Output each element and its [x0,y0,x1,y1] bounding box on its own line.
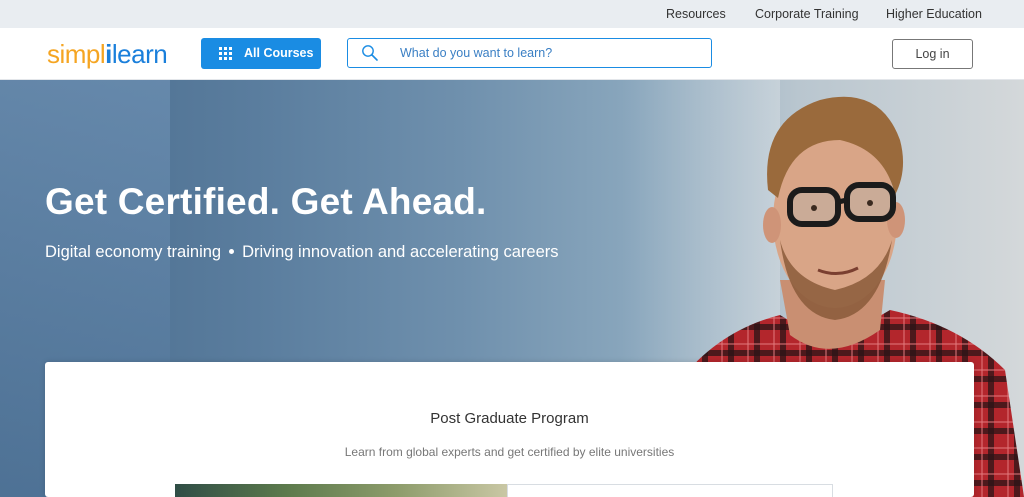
search-input[interactable] [400,44,700,62]
hero-title: Get Certified. Get Ahead. [45,181,487,222]
corporate-training-link[interactable]: Corporate Training [755,7,859,21]
grid-icon [219,47,232,60]
bullet-dot-icon [229,248,235,254]
simplilearn-logo[interactable]: simplilearn [47,39,168,69]
logo-text-simpl: simpl [47,39,106,69]
top-utility-bar: Resources Corporate Training Higher Educ… [0,0,1024,28]
higher-education-link[interactable]: Higher Education [886,7,982,21]
card-title: Post Graduate Program [430,410,589,427]
login-button[interactable]: Log in [892,39,973,69]
program-thumbnail-image[interactable] [175,484,507,497]
logo-text-learn: learn [111,39,168,69]
main-header: simplilearn All Courses Log in [0,28,1024,80]
post-graduate-program-card: Post Graduate Program Learn from global … [45,362,974,497]
hero-subtitle-right: Driving innovation and accelerating care… [242,243,559,261]
logo-text-i: i [105,39,112,69]
all-courses-label: All Courses [244,46,314,60]
search-box[interactable] [347,38,712,68]
program-details-panel[interactable] [507,484,833,497]
hero-subtitle-left: Digital economy training [45,243,222,261]
all-courses-button[interactable]: All Courses [201,38,321,69]
hero-subtitle: Digital economy training Driving innovati… [45,243,559,262]
card-subtitle: Learn from global experts and get certif… [344,445,675,459]
resources-link[interactable]: Resources [666,7,726,21]
search-icon [362,45,378,61]
